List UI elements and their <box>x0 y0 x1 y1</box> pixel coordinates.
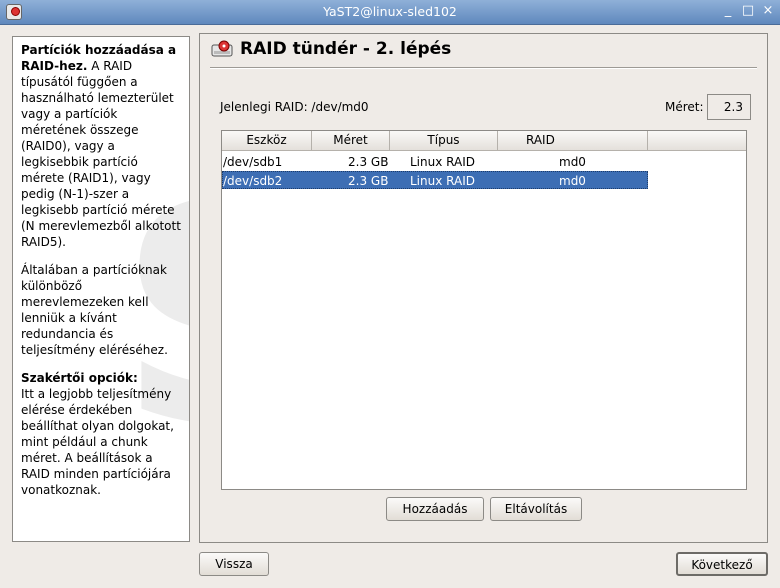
table-row[interactable]: /dev/sdb1 2.3 GB Linux RAID md0 <box>222 153 648 171</box>
current-raid-label: Jelenlegi RAID: /dev/md0 <box>220 100 369 114</box>
cell-type: Linux RAID <box>410 174 475 188</box>
heading-separator <box>210 67 757 69</box>
page-heading: RAID tündér - 2. lépés <box>240 39 452 59</box>
column-header-type[interactable]: Típus <box>390 131 498 151</box>
title-bar[interactable]: YaST2@linux-sled102 _ □ × <box>0 0 780 25</box>
column-header-size[interactable]: Méret <box>312 131 390 151</box>
column-header-raid[interactable]: RAID <box>498 131 648 151</box>
help-expert-title: Szakértői opciók: <box>21 371 138 385</box>
harddisk-icon <box>211 40 233 57</box>
size-value-field: 2.3 <box>707 94 751 120</box>
table-header: Eszköz Méret Típus RAID <box>222 131 746 151</box>
help-text-1: A RAID típusától függően a használható l… <box>21 59 181 249</box>
help-paragraph-2: Általában a partícióknak különböző merev… <box>21 263 168 357</box>
cell-raid: md0 <box>559 174 586 188</box>
column-header-filler <box>648 131 746 151</box>
cell-size: 2.3 GB <box>348 155 389 169</box>
add-button[interactable]: Hozzáadás <box>386 497 484 521</box>
cell-device: /dev/sdb1 <box>223 155 283 169</box>
table-row-selected[interactable]: /dev/sdb2 2.3 GB Linux RAID md0 <box>222 171 648 189</box>
help-paragraph-3: Szakértői opciók: Itt a legjobb teljesítm… <box>21 370 181 498</box>
cell-size: 2.3 GB <box>348 174 389 188</box>
cell-type: Linux RAID <box>410 155 475 169</box>
help-panel[interactable]: S Partíciók hozzáadása a RAID-hez. A RAI… <box>12 36 190 542</box>
maximize-icon[interactable]: □ <box>740 3 756 19</box>
content-frame: RAID tündér - 2. lépés Jelenlegi RAID: /… <box>199 33 768 543</box>
minimize-icon[interactable]: _ <box>720 3 736 19</box>
next-button[interactable]: Következő <box>676 552 768 576</box>
back-button[interactable]: Vissza <box>199 552 269 576</box>
help-paragraph-1: Partíciók hozzáadása a RAID-hez. A RAID … <box>21 42 181 250</box>
cell-device: /dev/sdb2 <box>223 174 283 188</box>
column-header-device[interactable]: Eszköz <box>222 131 312 151</box>
cell-raid: md0 <box>559 155 586 169</box>
size-label: Méret: <box>665 100 704 114</box>
close-icon[interactable]: × <box>760 3 776 19</box>
remove-button[interactable]: Eltávolítás <box>490 497 582 521</box>
help-text-3: Itt a legjobb teljesítmény elérése érdek… <box>21 387 174 497</box>
yast-window: YaST2@linux-sled102 _ □ × S Partíciók ho… <box>0 0 780 588</box>
partition-table[interactable]: Eszköz Méret Típus RAID /dev/sdb1 2.3 GB… <box>221 130 747 490</box>
window-title: YaST2@linux-sled102 <box>323 4 457 19</box>
